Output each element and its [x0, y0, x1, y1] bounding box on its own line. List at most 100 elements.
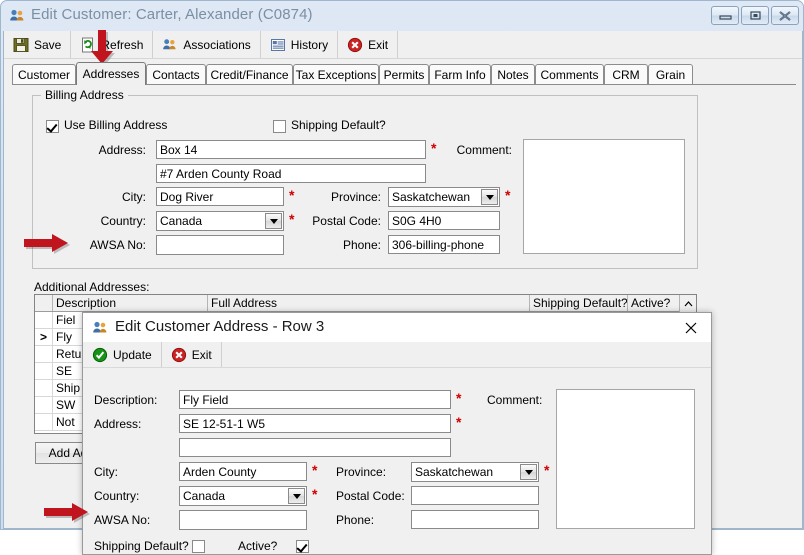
tab-credit-finance[interactable]: Credit/Finance: [206, 64, 293, 84]
additional-addresses-label: Additional Addresses:: [34, 280, 150, 294]
required-marker: *: [456, 414, 462, 430]
billing-city-input[interactable]: Dog River: [156, 187, 284, 206]
billing-postal-label: Postal Code:: [312, 214, 381, 228]
update-button[interactable]: Update: [83, 342, 162, 367]
exit-button[interactable]: Exit: [338, 31, 399, 58]
dialog-awsa-input[interactable]: [179, 510, 307, 530]
dialog-address-line1-input[interactable]: SE 12-51-1 W5: [179, 414, 451, 433]
tab-grain[interactable]: Grain: [648, 64, 693, 84]
exit-icon: [171, 347, 187, 363]
grid-col-active[interactable]: Active?: [628, 295, 680, 311]
chevron-down-icon[interactable]: [288, 488, 305, 504]
billing-phone-label: Phone:: [342, 238, 381, 252]
close-icon: [685, 322, 697, 333]
associations-icon: [162, 37, 178, 53]
grid-col-shipping-default[interactable]: Shipping Default?: [530, 295, 628, 311]
dialog-city-input[interactable]: Arden County: [179, 462, 307, 481]
tab-customer[interactable]: Customer: [12, 64, 76, 84]
dialog-description-label: Description:: [94, 393, 158, 407]
page-title: Edit Customer: Carter, Alexander (C0874): [31, 6, 313, 23]
chevron-down-icon[interactable]: [520, 464, 537, 480]
grid-col-indicator[interactable]: [35, 295, 53, 311]
row-indicator: [35, 312, 53, 328]
tab-strip: Customer Addresses Contacts Credit/Finan…: [12, 62, 796, 85]
billing-country-select[interactable]: Canada: [156, 211, 284, 231]
billing-province-label: Province:: [330, 190, 381, 204]
main-toolbar: Save Refresh Associations History Exit: [4, 31, 802, 59]
dialog-titlebar[interactable]: Edit Customer Address - Row 3: [83, 313, 711, 343]
tab-label: Customer: [17, 67, 70, 82]
row-indicator: [35, 397, 53, 413]
main-window-titlebar[interactable]: Edit Customer: Carter, Alexander (C0874): [1, 1, 803, 31]
dialog-comment-textarea[interactable]: [556, 389, 695, 529]
tab-tax-exceptions[interactable]: Tax Exceptions: [293, 64, 379, 84]
dialog-comment-label: Comment:: [487, 393, 543, 407]
dialog-close-button[interactable]: [671, 313, 711, 342]
billing-phone-input[interactable]: 306-billing-phone: [388, 235, 500, 254]
required-marker: *: [289, 211, 295, 227]
save-disk-icon: [13, 37, 29, 53]
dialog-address-line2-input[interactable]: [179, 438, 451, 457]
history-button[interactable]: History: [261, 31, 339, 58]
dialog-toolbar: Update Exit: [83, 342, 711, 368]
exit-icon: [347, 37, 363, 53]
row-indicator: [35, 363, 53, 379]
billing-country-label: Country:: [100, 214, 146, 228]
dialog-body: Description: Fly Field * Address: SE 12-…: [83, 367, 711, 554]
dialog-exit-label: Exit: [191, 347, 212, 362]
chevron-down-icon[interactable]: [481, 189, 498, 205]
tab-permits[interactable]: Permits: [379, 64, 429, 84]
billing-awsa-label: AWSA No:: [89, 238, 146, 252]
dialog-description-input[interactable]: Fly Field: [179, 390, 451, 409]
dialog-country-select[interactable]: Canada: [179, 486, 307, 506]
maximize-icon: [742, 7, 768, 24]
billing-awsa-input[interactable]: [156, 235, 284, 255]
tab-addresses[interactable]: Addresses: [76, 62, 146, 85]
minimize-button[interactable]: [711, 6, 739, 25]
save-label: Save: [34, 37, 62, 52]
dialog-active-checkbox[interactable]: [296, 540, 309, 553]
tab-crm[interactable]: CRM: [604, 64, 648, 84]
tab-label: Credit/Finance: [210, 67, 289, 82]
grid-col-full-address[interactable]: Full Address: [208, 295, 530, 311]
chevron-down-icon[interactable]: [265, 213, 282, 229]
update-label: Update: [113, 347, 152, 362]
billing-province-value: Saskatchewan: [392, 190, 471, 204]
dialog-country-label: Country:: [94, 489, 140, 503]
tab-notes[interactable]: Notes: [491, 64, 535, 84]
window-controls: [711, 6, 799, 25]
dialog-province-label: Province:: [336, 465, 387, 479]
dialog-phone-input[interactable]: [411, 510, 539, 529]
tab-label: CRM: [612, 67, 640, 82]
dialog-address-label: Address:: [94, 417, 142, 431]
tab-contacts[interactable]: Contacts: [146, 64, 206, 84]
maximize-button[interactable]: [741, 6, 769, 25]
billing-address-line2-input[interactable]: #7 Arden County Road: [156, 164, 426, 183]
billing-shipping-default-checkbox[interactable]: [273, 120, 286, 133]
save-button[interactable]: Save: [4, 31, 72, 58]
billing-comment-textarea[interactable]: [523, 139, 685, 254]
grid-col-description[interactable]: Description: [53, 295, 208, 311]
tab-label: Tax Exceptions: [295, 67, 377, 82]
row-indicator: [35, 346, 53, 362]
tab-farm-info[interactable]: Farm Info: [429, 64, 491, 84]
associations-button[interactable]: Associations: [153, 31, 261, 58]
required-marker: *: [312, 486, 318, 502]
row-indicator: [35, 380, 53, 396]
billing-address-line1-input[interactable]: Box 14: [156, 140, 426, 159]
dialog-province-value: Saskatchewan: [415, 465, 494, 479]
use-billing-address-checkbox[interactable]: [46, 120, 59, 133]
billing-province-select[interactable]: Saskatchewan: [388, 187, 500, 207]
billing-address-group-title: Billing Address: [41, 88, 128, 102]
grid-scroll-up-button[interactable]: [679, 295, 696, 312]
tab-comments[interactable]: Comments: [535, 64, 604, 84]
dialog-shipping-default-checkbox[interactable]: [192, 540, 205, 553]
dialog-active-label: Active?: [238, 539, 278, 553]
dialog-exit-button[interactable]: Exit: [162, 342, 222, 367]
history-label: History: [290, 37, 329, 52]
close-button[interactable]: [771, 6, 799, 25]
billing-comment-label: Comment:: [456, 143, 512, 157]
dialog-province-select[interactable]: Saskatchewan: [411, 462, 539, 482]
billing-postal-input[interactable]: S0G 4H0: [388, 211, 500, 230]
dialog-postal-input[interactable]: [411, 486, 539, 505]
